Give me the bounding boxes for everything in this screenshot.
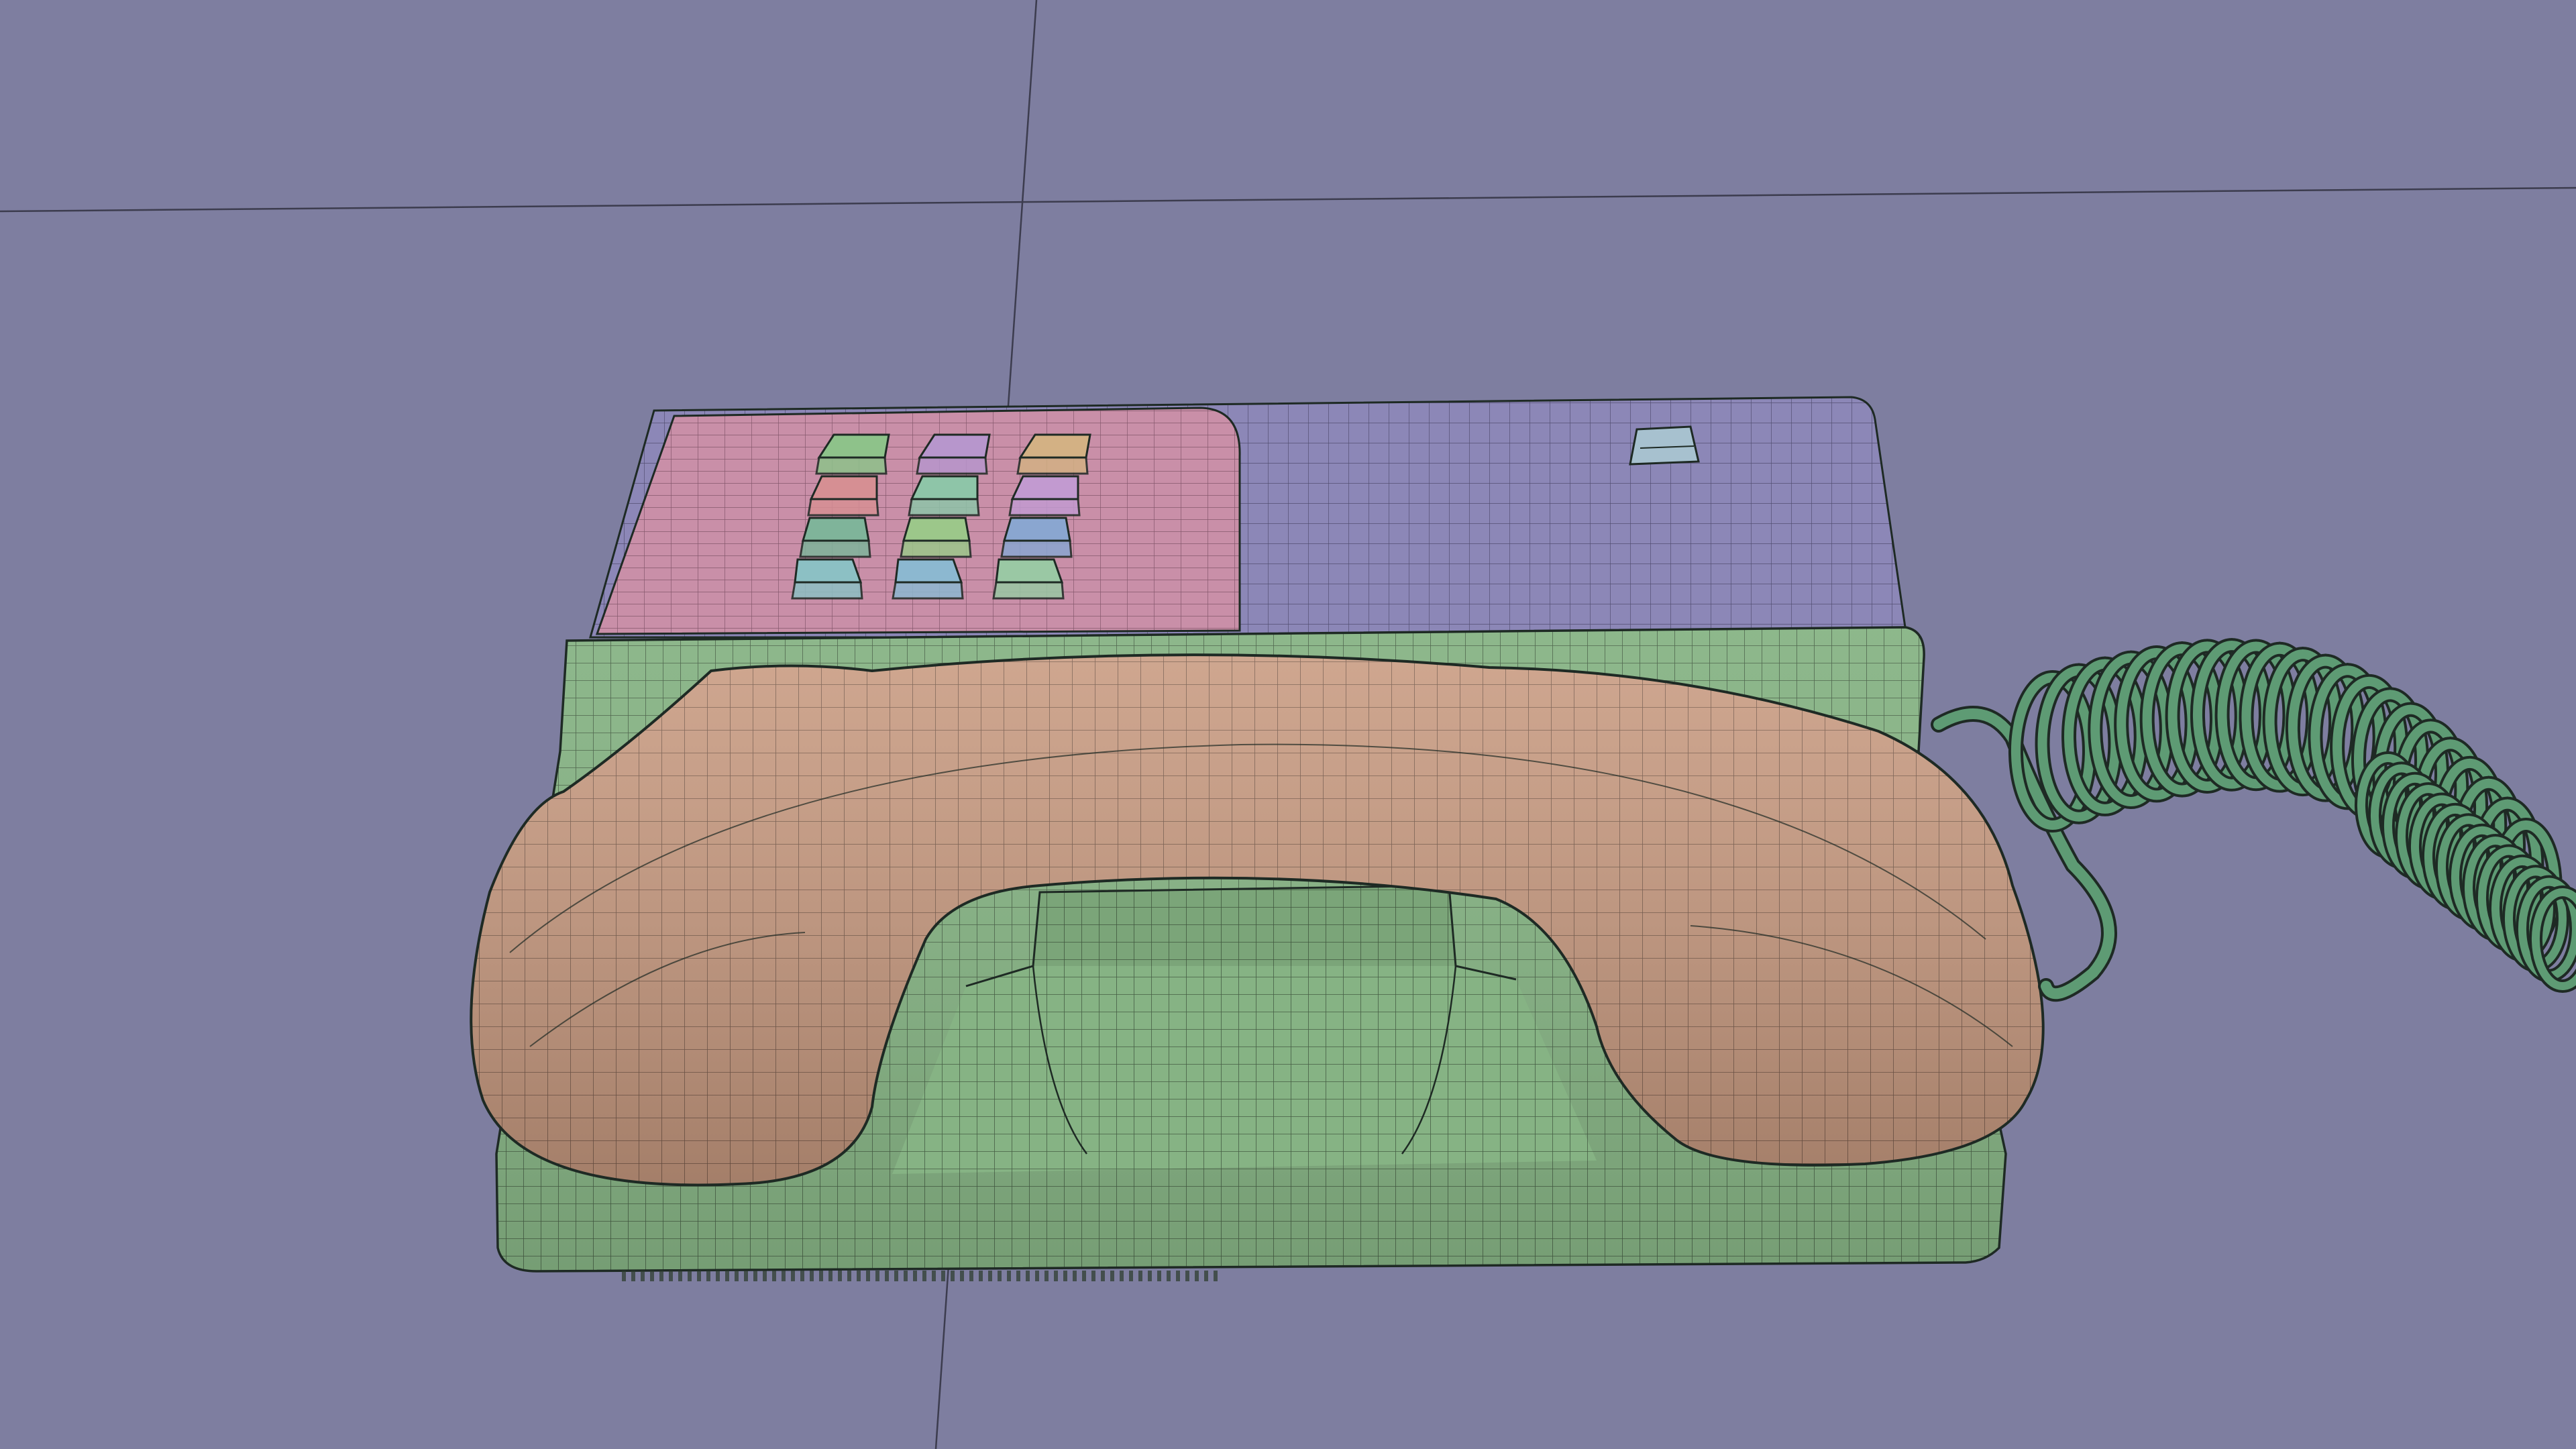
keypad-key-6[interactable] bbox=[1008, 475, 1081, 517]
keypad-key-9[interactable] bbox=[1000, 517, 1073, 558]
small-button[interactable] bbox=[1629, 425, 1700, 466]
base-vent-slots bbox=[617, 1267, 1221, 1281]
keypad-key-4[interactable] bbox=[807, 475, 879, 517]
keypad-key-12[interactable] bbox=[992, 558, 1065, 600]
keypad-key-5[interactable] bbox=[908, 475, 980, 517]
viewport-canvas[interactable] bbox=[0, 0, 2576, 1449]
keypad-key-8[interactable] bbox=[900, 517, 972, 558]
keypad-key-7[interactable] bbox=[799, 517, 871, 558]
grid-axis-horizontal bbox=[0, 186, 2576, 213]
coiled-cord[interactable] bbox=[1931, 638, 2576, 1002]
keypad-key-11[interactable] bbox=[892, 558, 964, 600]
3d-viewport[interactable] bbox=[0, 0, 2576, 1449]
keypad-key-10[interactable] bbox=[791, 558, 863, 600]
